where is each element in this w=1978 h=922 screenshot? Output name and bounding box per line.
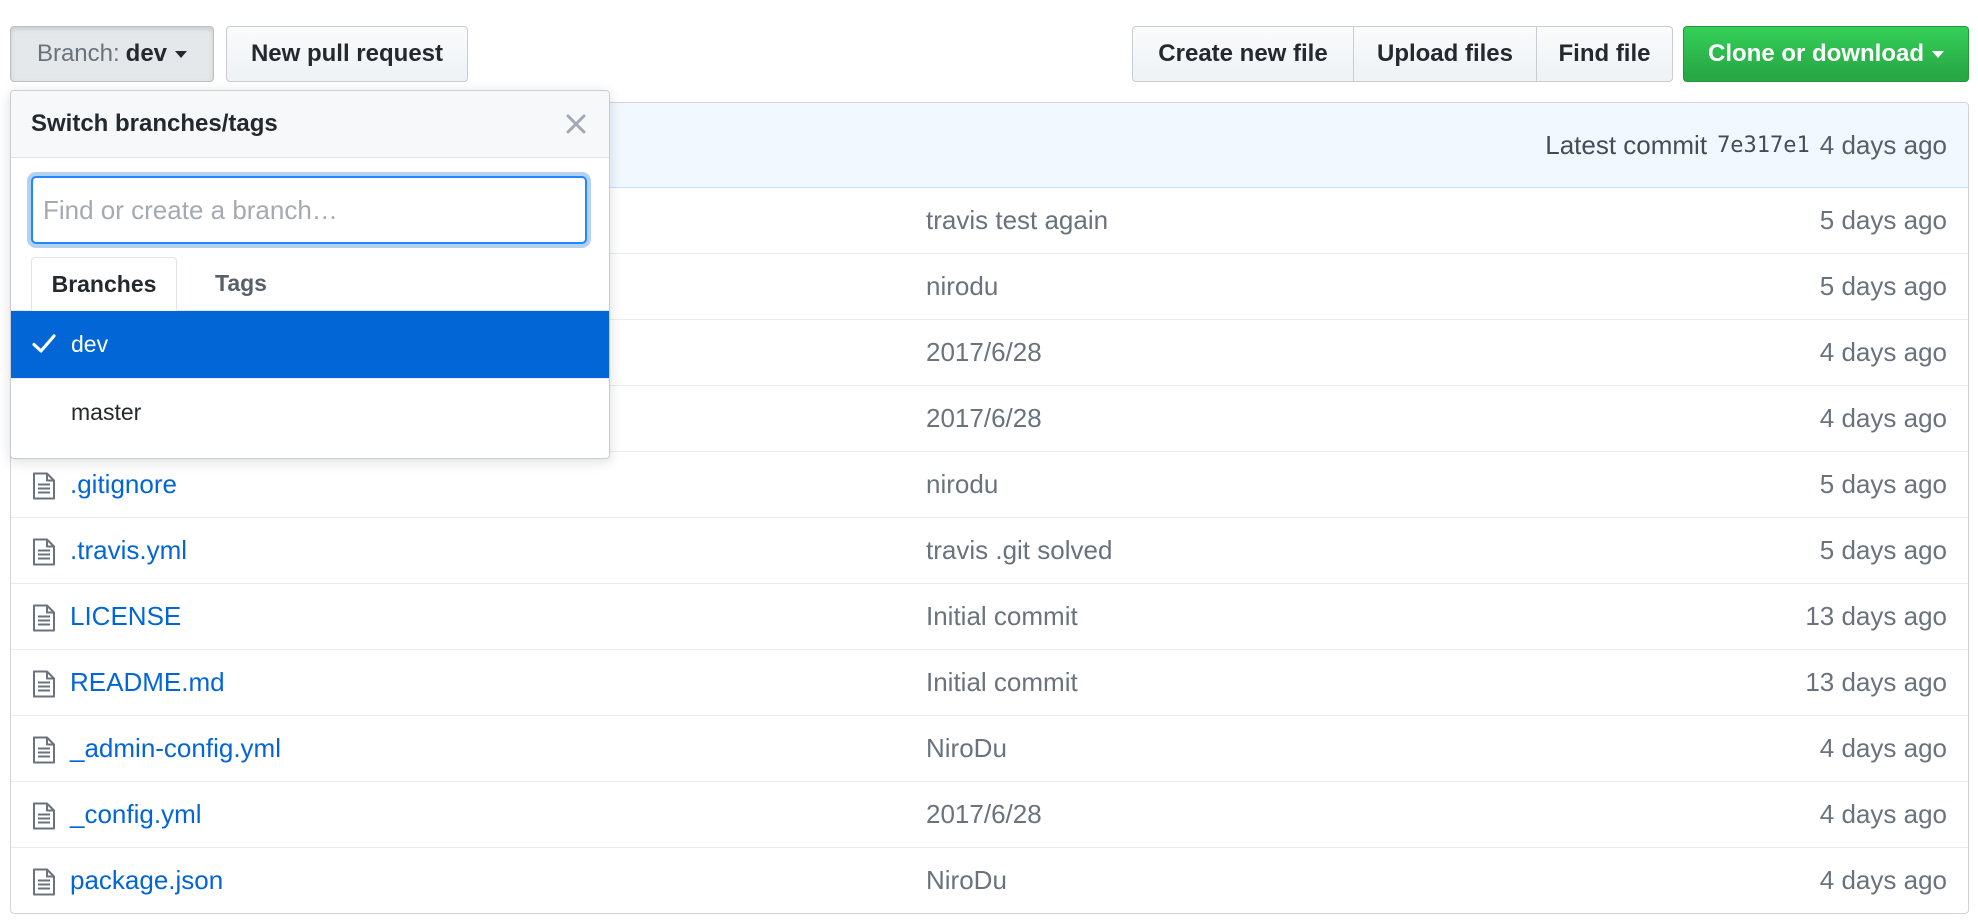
file-row: .gitignore nirodu 5 days ago bbox=[11, 451, 1968, 517]
file-actions-group: Create new file Upload files Find file bbox=[1132, 26, 1673, 82]
file-row: _admin-config.yml NiroDu 4 days ago bbox=[11, 715, 1968, 781]
close-icon[interactable] bbox=[561, 109, 591, 139]
branch-select-button[interactable]: Branch: dev bbox=[10, 26, 214, 82]
file-row: .travis.yml travis .git solved 5 days ago bbox=[11, 517, 1968, 583]
commit-age: 5 days ago bbox=[1819, 535, 1947, 565]
current-branch-name: dev bbox=[125, 40, 168, 67]
commit-age: 4 days ago bbox=[1819, 865, 1947, 895]
branch-list: dev master bbox=[11, 311, 609, 446]
file-row: package.json NiroDu 4 days ago bbox=[11, 847, 1968, 913]
commit-age: 4 days ago bbox=[1819, 403, 1947, 433]
branch-name-label: dev bbox=[71, 331, 109, 357]
commit-message-link[interactable]: 2017/6/28 bbox=[926, 386, 1042, 451]
latest-commit-info: Latest commit 7e317e1 4 days ago bbox=[1545, 103, 1947, 187]
clone-or-download-button[interactable]: Clone or download bbox=[1683, 26, 1969, 82]
branch-tag-tabs: Branches Tags bbox=[11, 256, 609, 311]
commit-age: 4 days ago bbox=[1819, 337, 1947, 367]
commit-age: 4 days ago bbox=[1819, 733, 1947, 763]
file-name-link[interactable]: README.md bbox=[70, 650, 225, 715]
file-name-link[interactable]: package.json bbox=[70, 848, 223, 913]
file-name-link[interactable]: _config.yml bbox=[70, 782, 202, 847]
check-icon bbox=[31, 331, 57, 357]
file-name-link[interactable]: .travis.yml bbox=[70, 518, 187, 583]
commit-age: 13 days ago bbox=[1805, 667, 1947, 697]
commit-age: 13 days ago bbox=[1805, 601, 1947, 631]
file-icon bbox=[31, 538, 57, 566]
commit-message-link[interactable]: Initial commit bbox=[926, 584, 1078, 649]
commit-message-link[interactable]: nirodu bbox=[926, 452, 998, 517]
file-icon bbox=[31, 604, 57, 632]
file-icon bbox=[31, 736, 57, 764]
caret-down-icon bbox=[175, 50, 188, 58]
latest-commit-label: Latest commit bbox=[1545, 129, 1708, 160]
commit-age: 5 days ago bbox=[1819, 271, 1947, 301]
file-icon bbox=[31, 802, 57, 830]
caret-down-icon bbox=[1932, 50, 1944, 58]
dropdown-header: Switch branches/tags bbox=[11, 91, 609, 158]
branch-item-dev[interactable]: dev bbox=[11, 311, 609, 378]
commit-message-link[interactable]: NiroDu bbox=[926, 848, 1007, 913]
clone-or-download-label: Clone or download bbox=[1708, 40, 1924, 67]
branch-filter-input[interactable] bbox=[31, 176, 587, 244]
commit-message-link[interactable]: Initial commit bbox=[926, 650, 1078, 715]
tab-branches[interactable]: Branches bbox=[31, 257, 177, 311]
branch-name-label: master bbox=[71, 399, 142, 425]
file-row: _config.yml 2017/6/28 4 days ago bbox=[11, 781, 1968, 847]
upload-files-button[interactable]: Upload files bbox=[1353, 26, 1537, 82]
commit-message-link[interactable]: travis test again bbox=[926, 188, 1108, 253]
commit-message-link[interactable]: 2017/6/28 bbox=[926, 320, 1042, 385]
file-icon bbox=[31, 670, 57, 698]
file-icon bbox=[31, 472, 57, 500]
commit-age: 5 days ago bbox=[1819, 205, 1947, 235]
commit-age: 4 days ago bbox=[1819, 799, 1947, 829]
commit-message-link[interactable]: travis .git solved bbox=[926, 518, 1112, 583]
file-row: README.md Initial commit 13 days ago bbox=[11, 649, 1968, 715]
file-name-link[interactable]: _admin-config.yml bbox=[70, 716, 281, 781]
find-file-button[interactable]: Find file bbox=[1536, 26, 1673, 82]
dropdown-title: Switch branches/tags bbox=[31, 110, 278, 137]
new-pull-request-button[interactable]: New pull request bbox=[226, 26, 468, 82]
file-icon bbox=[31, 868, 57, 896]
latest-commit-age: 4 days ago bbox=[1819, 129, 1947, 160]
branch-item-master[interactable]: master bbox=[11, 378, 609, 446]
branch-filter-wrap bbox=[11, 158, 609, 256]
commit-message-link[interactable]: NiroDu bbox=[926, 716, 1007, 781]
commit-age: 5 days ago bbox=[1819, 469, 1947, 499]
file-row: LICENSE Initial commit 13 days ago bbox=[11, 583, 1968, 649]
commit-message-link[interactable]: nirodu bbox=[926, 254, 998, 319]
file-name-link[interactable]: LICENSE bbox=[70, 584, 181, 649]
latest-commit-sha[interactable]: 7e317e1 bbox=[1717, 133, 1810, 158]
branch-switcher-dropdown: Switch branches/tags Branches Tags dev ma… bbox=[10, 90, 610, 459]
create-new-file-button[interactable]: Create new file bbox=[1132, 26, 1354, 82]
file-name-link[interactable]: .gitignore bbox=[70, 452, 177, 517]
tab-tags[interactable]: Tags bbox=[189, 257, 293, 311]
branch-prefix-label: Branch: bbox=[36, 40, 120, 67]
commit-message-link[interactable]: 2017/6/28 bbox=[926, 782, 1042, 847]
